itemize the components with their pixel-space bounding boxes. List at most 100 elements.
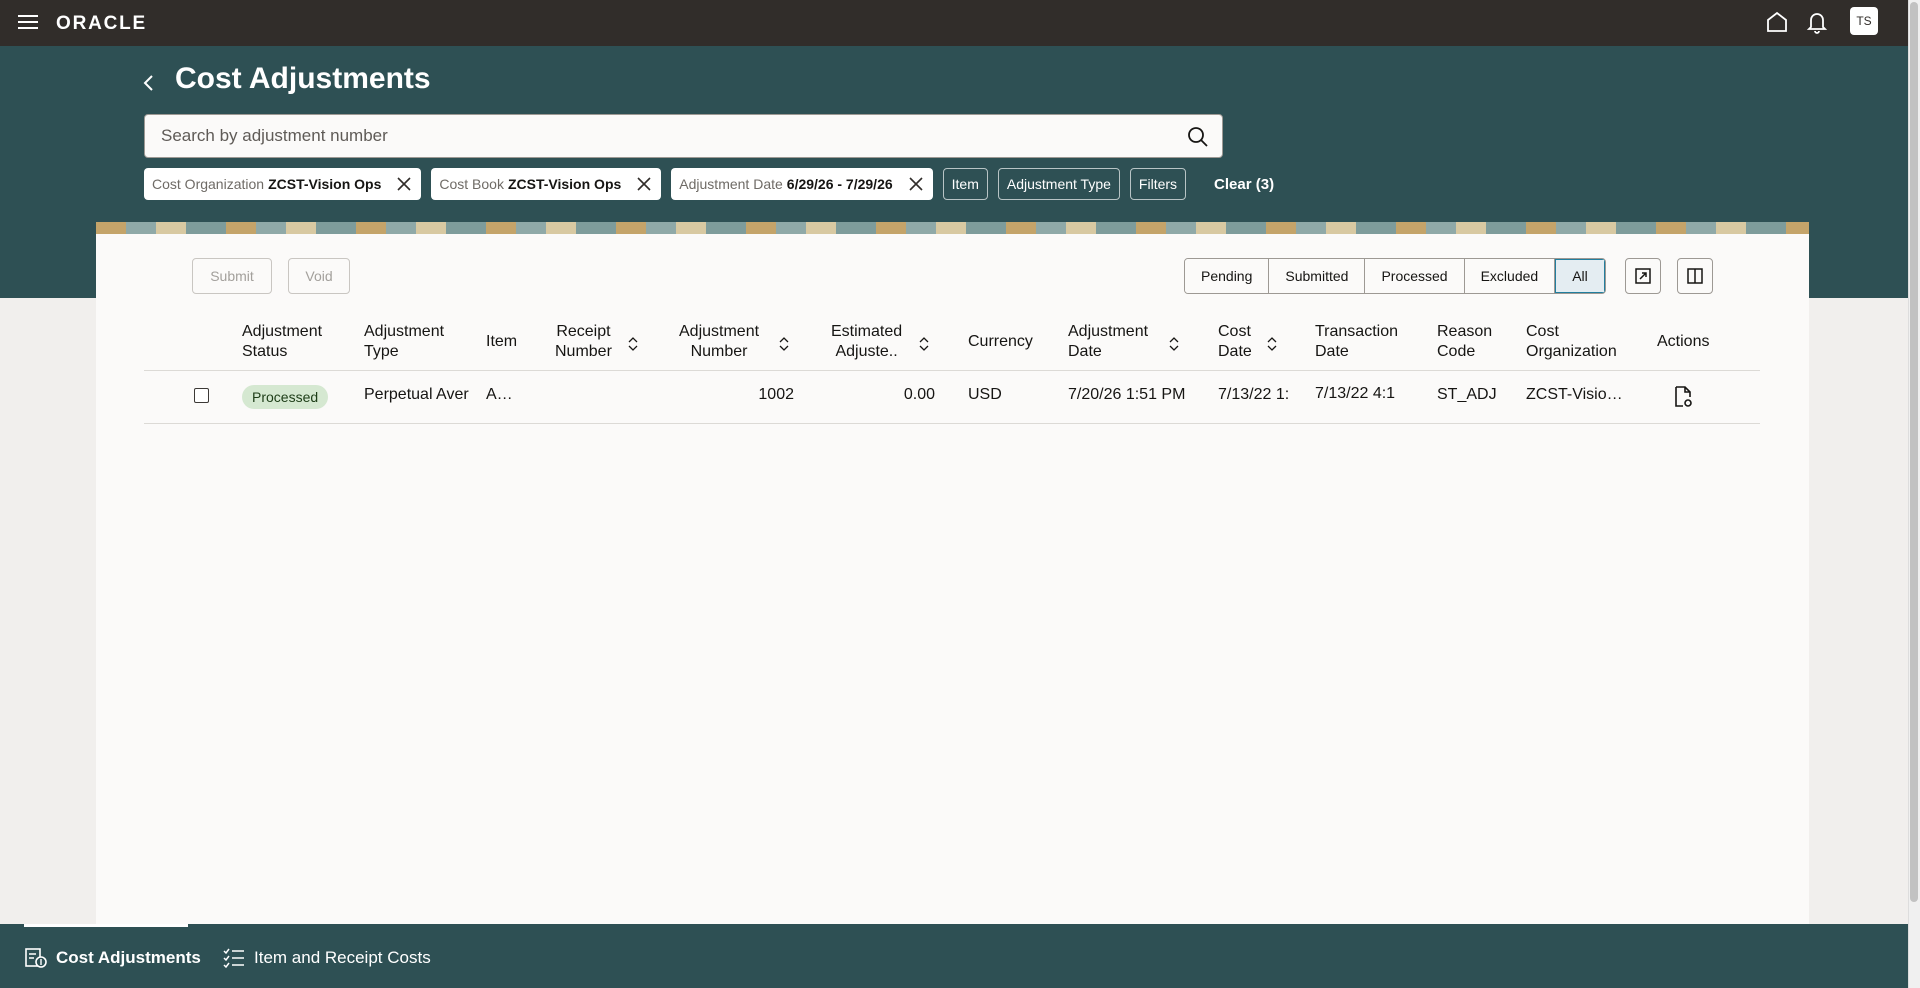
cell-reason-code: ST_ADJ <box>1437 386 1497 403</box>
detach-icon <box>1635 268 1651 284</box>
nav-tab-item-and-receipt-costs[interactable]: Item and Receipt Costs <box>222 946 431 970</box>
col-header-reason-code[interactable]: Reason Code <box>1437 322 1492 362</box>
remove-filter-icon[interactable] <box>395 175 413 193</box>
header-line: Adjustment <box>242 323 323 340</box>
tab-excluded[interactable]: Excluded <box>1464 259 1556 293</box>
detach-table-button[interactable] <box>1625 258 1661 294</box>
header-line: Date <box>1315 343 1349 360</box>
header-line: Number <box>690 343 748 360</box>
cell-cost-date: 7/13/22 1: <box>1218 386 1290 403</box>
col-header-receipt-number[interactable]: Receipt Number <box>555 322 612 362</box>
search-input[interactable] <box>161 126 1161 146</box>
search-icon[interactable] <box>1186 125 1210 149</box>
tab-all[interactable]: All <box>1555 259 1605 293</box>
remove-filter-icon[interactable] <box>907 175 925 193</box>
clear-filters-link[interactable]: Clear (3) <box>1214 176 1274 193</box>
checklist-icon <box>223 948 244 969</box>
chip-value: ZCST-Vision Ops <box>507 176 622 192</box>
header-line: Adjustment <box>364 323 445 340</box>
header-line: Currency <box>968 333 1033 350</box>
cell-estimated-adjustment: 0.00 <box>903 386 935 403</box>
tab-pending[interactable]: Pending <box>1185 259 1270 293</box>
chip-label: Cost Organization <box>152 176 265 192</box>
row-select-checkbox[interactable] <box>194 388 209 403</box>
sort-icon[interactable] <box>779 336 789 352</box>
header-line: Cost <box>1526 323 1559 340</box>
header-line: Code <box>1437 343 1476 360</box>
nav-tab-label: Cost Adjustments <box>56 948 201 967</box>
cell-item: A… <box>486 386 513 403</box>
header-line: Receipt <box>556 323 611 340</box>
page-scrollbar[interactable] <box>1908 0 1920 988</box>
hamburger-menu-icon[interactable] <box>16 12 40 32</box>
page-title: Cost Adjustments <box>175 62 431 95</box>
home-icon[interactable] <box>1764 9 1790 35</box>
sort-icon[interactable] <box>628 336 638 352</box>
scrollbar-thumb[interactable] <box>1910 2 1918 902</box>
col-header-adjustment-type[interactable]: Adjustment Type <box>364 322 444 362</box>
split-panel-icon <box>1687 268 1703 284</box>
row-divider <box>144 423 1760 424</box>
header-line: Date <box>1068 343 1102 360</box>
decorative-banner <box>96 222 1809 234</box>
cell-transaction-date: 7/13/22 4:1 <box>1315 385 1396 402</box>
header-line: Estimated <box>831 323 903 340</box>
user-avatar[interactable]: TS <box>1850 7 1878 35</box>
col-header-currency[interactable]: Currency <box>968 332 1033 352</box>
col-header-transaction-date[interactable]: Transaction Date <box>1315 322 1398 362</box>
view-document-icon[interactable] <box>1672 385 1694 409</box>
col-header-actions: Actions <box>1657 332 1709 352</box>
status-segmented-control: Pending Submitted Processed Excluded All <box>1184 258 1606 294</box>
filter-chip-cost-book[interactable]: Cost Book ZCST-Vision Ops <box>431 168 662 200</box>
oracle-logo: ORACLE <box>56 13 148 34</box>
active-tab-indicator <box>24 924 188 927</box>
sort-icon[interactable] <box>1169 336 1179 352</box>
header-divider <box>144 370 1760 371</box>
remove-filter-icon[interactable] <box>635 175 653 193</box>
cell-cost-organization: ZCST-Visio… <box>1526 386 1623 403</box>
header-line: Adjuste.. <box>835 343 898 360</box>
header-line: Transaction <box>1315 323 1398 340</box>
filter-chip-adjustment-date[interactable]: Adjustment Date 6/29/26 - 7/29/26 <box>671 168 933 200</box>
nav-tab-label: Item and Receipt Costs <box>254 948 431 967</box>
header-line: Adjustment <box>1068 323 1149 340</box>
submit-button[interactable]: Submit <box>192 258 272 294</box>
item-filter-button[interactable]: Item <box>942 168 988 200</box>
cell-currency: USD <box>968 386 1002 403</box>
filters-button[interactable]: Filters <box>1129 168 1187 200</box>
top-bar: ORACLE TS <box>0 0 1908 46</box>
header-line: Number <box>555 343 612 360</box>
filter-chips: Cost Organization ZCST-Vision Ops Cost B… <box>144 168 1274 200</box>
header-line: Actions <box>1657 333 1710 350</box>
tab-processed[interactable]: Processed <box>1365 259 1465 293</box>
header-line: Organization <box>1526 343 1617 360</box>
search-bar[interactable] <box>144 114 1223 158</box>
adjustment-type-filter-button[interactable]: Adjustment Type <box>997 168 1120 200</box>
cost-adjustments-icon <box>25 948 47 968</box>
split-view-button[interactable] <box>1677 258 1713 294</box>
header-line: Cost <box>1218 323 1251 340</box>
filter-chip-cost-organization[interactable]: Cost Organization ZCST-Vision Ops <box>144 168 422 200</box>
header-line: Status <box>242 343 288 360</box>
header-line: Type <box>364 343 399 360</box>
chip-label: Adjustment Date <box>679 176 783 192</box>
col-header-item[interactable]: Item <box>486 332 517 352</box>
sort-icon[interactable] <box>1267 336 1277 352</box>
header-line: Item <box>486 333 518 350</box>
sort-icon[interactable] <box>919 336 929 352</box>
header-line: Adjustment <box>679 323 760 340</box>
col-header-adjustment-status[interactable]: Adjustment Status <box>242 322 322 362</box>
cell-adjustment-date: 7/20/26 1:51 PM <box>1068 386 1186 403</box>
cell-adjustment-type: Perpetual Aver <box>364 386 469 403</box>
notifications-bell-icon[interactable] <box>1804 9 1830 35</box>
col-header-adjustment-date[interactable]: Adjustment Date <box>1068 322 1148 362</box>
nav-tab-cost-adjustments[interactable]: Cost Adjustments <box>24 946 201 970</box>
col-header-cost-organization[interactable]: Cost Organization <box>1526 322 1617 362</box>
col-header-cost-date[interactable]: Cost Date <box>1218 322 1252 362</box>
tab-submitted[interactable]: Submitted <box>1269 259 1366 293</box>
col-header-estimated-adjustment[interactable]: Estimated Adjuste.. <box>831 322 902 362</box>
col-header-adjustment-number[interactable]: Adjustment Number <box>679 322 759 362</box>
cell-adjustment-number: 1002 <box>758 386 794 403</box>
void-button[interactable]: Void <box>288 258 350 294</box>
back-chevron-icon[interactable] <box>140 72 158 94</box>
